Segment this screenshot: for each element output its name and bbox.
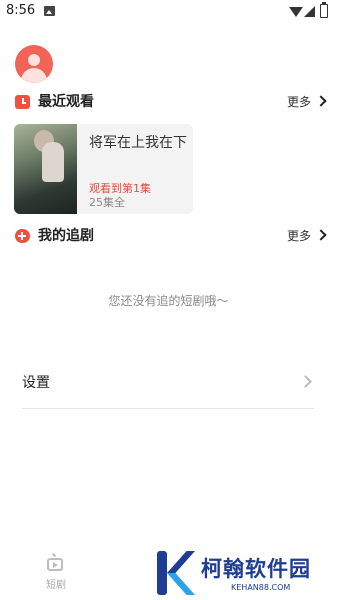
avatar-head — [28, 54, 40, 66]
signal-icon — [304, 6, 315, 17]
following-more-label: 更多 — [286, 229, 311, 243]
following-section-title: 我的追剧 — [38, 228, 94, 244]
drama-title: 将军在上我在下 — [89, 135, 187, 151]
image-notification-icon — [44, 6, 55, 16]
following-empty-text: 您还没有追的短剧哦～ — [108, 294, 229, 308]
recent-section-title: 最近观看 — [38, 94, 94, 110]
recent-more-label: 更多 — [286, 95, 311, 109]
drama-episode-count: 25集全 — [89, 196, 125, 209]
recent-section-header: 最近观看 更多 — [15, 92, 327, 112]
settings-label: 设置 — [22, 375, 50, 391]
battery-icon — [320, 2, 328, 18]
recent-drama-card[interactable]: 将军在上我在下 观看到第1集 25集全 — [14, 124, 193, 214]
clock-icon — [15, 95, 30, 109]
wifi-icon — [289, 7, 303, 17]
chevron-right-icon — [315, 95, 327, 107]
chevron-right-icon — [299, 375, 312, 388]
status-bar: 8:56 — [0, 0, 337, 24]
watermark-url: KEHAN88.COM — [231, 583, 291, 592]
avatar-body — [21, 68, 47, 83]
watermark-title: 柯翰软件园 — [201, 557, 311, 581]
tv-icon — [47, 558, 63, 571]
tab-short-drama[interactable]: 短剧 — [38, 554, 74, 594]
following-section-header: 我的追剧 更多 — [15, 226, 327, 246]
poster-figure — [42, 142, 64, 182]
following-more-link[interactable]: 更多 — [286, 226, 327, 246]
status-time: 8:56 — [6, 3, 36, 18]
watermark-logo — [157, 551, 197, 595]
recent-more-link[interactable]: 更多 — [286, 92, 327, 112]
settings-row[interactable]: 设置 — [22, 368, 314, 409]
avatar[interactable] — [15, 45, 53, 83]
chevron-right-icon — [315, 229, 327, 241]
heart-plus-icon — [15, 229, 30, 243]
tab-label: 短剧 — [46, 580, 66, 591]
drama-poster — [14, 124, 77, 214]
